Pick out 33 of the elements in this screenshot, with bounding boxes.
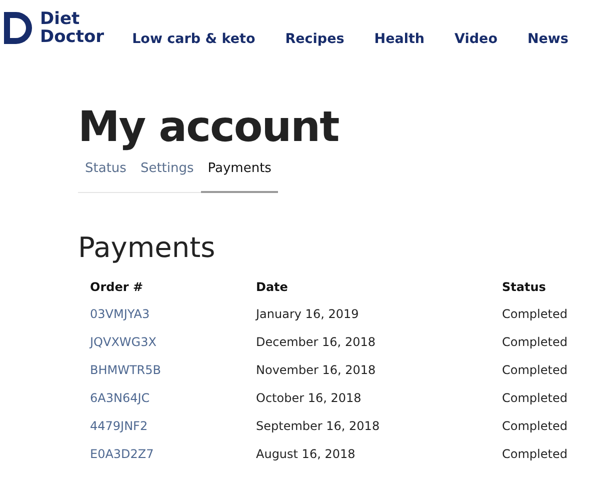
nav-link[interactable]: News xyxy=(527,29,568,50)
table-cell-text: September 16, 2018 xyxy=(256,418,381,436)
brand-name[interactable]: Diet Doctor xyxy=(40,10,104,46)
table-cell-text: August 16, 2018 xyxy=(256,446,356,464)
logo-icon xyxy=(2,10,34,46)
column-header: Order # xyxy=(90,279,144,296)
section-title: Payments xyxy=(78,230,216,264)
table-cell-text: Completed xyxy=(502,362,568,380)
table-cell-text: December 16, 2018 xyxy=(256,334,376,352)
nav-link[interactable]: Health xyxy=(374,29,425,50)
order-link[interactable]: BHMWTR5B xyxy=(90,363,162,378)
table-cell-text: Completed xyxy=(502,418,568,436)
table-cell-text: November 16, 2018 xyxy=(256,362,377,380)
table-cell-text: January 16, 2019 xyxy=(256,306,360,324)
order-link[interactable]: JQVXWG3X xyxy=(90,335,156,350)
order-link[interactable]: E0A3D2Z7 xyxy=(90,447,154,462)
table-cell-text: Completed xyxy=(502,306,568,324)
column-header: Status xyxy=(502,279,547,296)
nav-link[interactable]: Low carb & keto xyxy=(132,29,256,50)
table-cell-text: Completed xyxy=(502,446,568,464)
table-cell-text: Completed xyxy=(502,390,568,408)
nav-link[interactable]: Recipes xyxy=(285,29,344,50)
column-header: Date xyxy=(256,279,289,296)
tab[interactable]: Settings xyxy=(133,156,201,193)
order-link[interactable]: 03VMJYA3 xyxy=(90,307,150,322)
order-link[interactable]: 4479JNF2 xyxy=(90,419,148,434)
tab[interactable]: Status xyxy=(78,156,134,193)
table-cell-text: October 16, 2018 xyxy=(256,390,362,408)
nav-link[interactable]: Video xyxy=(454,29,498,50)
table-cell-text: Completed xyxy=(502,334,568,352)
order-link[interactable]: 6A3N64JC xyxy=(90,391,150,406)
page-title: My account xyxy=(78,104,340,150)
tab[interactable]: Payments xyxy=(200,156,278,193)
